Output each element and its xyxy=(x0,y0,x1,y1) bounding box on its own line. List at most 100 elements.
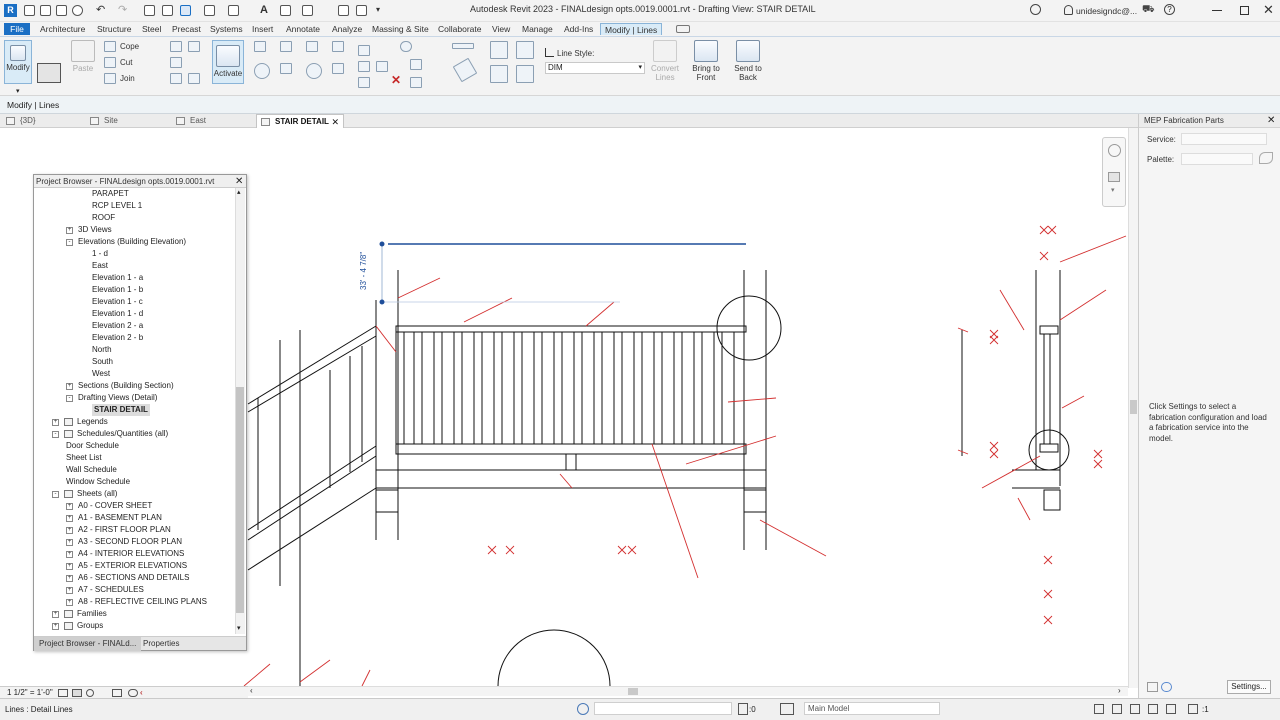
vscroll-thumb[interactable] xyxy=(1130,400,1137,414)
tag-icon[interactable] xyxy=(228,5,239,16)
tab-architecture[interactable]: Architecture xyxy=(36,23,89,35)
scroll-down-icon[interactable]: ▾ xyxy=(237,624,241,632)
palette-select[interactable] xyxy=(1181,153,1253,165)
nav-dropdown-icon[interactable]: ▾ xyxy=(1111,186,1115,194)
view-visibility-icon[interactable] xyxy=(400,41,412,52)
tab-properties[interactable]: Properties xyxy=(138,637,184,651)
dimension-text[interactable]: 33' - 4 7/8" xyxy=(359,252,368,290)
tab-east[interactable]: East xyxy=(172,114,252,128)
project-browser-close-icon[interactable]: ✕ xyxy=(235,175,243,188)
tab-modify-lines[interactable]: Modify | Lines xyxy=(600,23,663,35)
tab-add-ins[interactable]: Add-Ins xyxy=(560,23,597,35)
bring-to-front-button[interactable]: Bring to Front xyxy=(688,40,724,82)
join-icon[interactable] xyxy=(104,73,116,84)
tab-close-icon[interactable]: ✕ xyxy=(331,115,339,129)
sun-path-icon[interactable] xyxy=(86,689,94,697)
reveal-hidden-icon[interactable]: ‹ xyxy=(140,688,143,697)
convert-lines-button[interactable]: Convert Lines xyxy=(648,40,682,82)
measure-tool-icon[interactable] xyxy=(452,43,474,49)
array-icon[interactable] xyxy=(358,45,370,56)
collapse-icon[interactable]: - xyxy=(66,239,73,246)
expand-icon[interactable]: + xyxy=(66,539,73,546)
expand-icon[interactable]: + xyxy=(66,515,73,522)
scale-icon[interactable] xyxy=(358,61,370,72)
expand-icon[interactable]: + xyxy=(66,551,73,558)
expand-icon[interactable]: + xyxy=(66,383,73,390)
thin-lines-icon[interactable] xyxy=(180,5,191,16)
sync-icon[interactable] xyxy=(72,5,83,16)
join-label[interactable]: Join xyxy=(120,74,135,83)
redo-icon[interactable]: ↷ xyxy=(118,3,127,16)
tab-insert[interactable]: Insert xyxy=(248,23,277,35)
filter-icon[interactable] xyxy=(1147,682,1158,692)
offset-icon[interactable] xyxy=(280,41,292,52)
tab-analyze[interactable]: Analyze xyxy=(328,23,366,35)
tab-stair-detail[interactable]: STAIR DETAIL ✕ xyxy=(256,114,344,128)
edit-sketch-icon[interactable] xyxy=(516,65,534,83)
close-button[interactable]: ✕ xyxy=(1263,2,1274,18)
maximize-button[interactable] xyxy=(1240,6,1249,15)
scroll-left-icon[interactable]: ‹ xyxy=(250,686,253,695)
select-image-icon[interactable] xyxy=(516,41,534,59)
temporary-hide-icon[interactable] xyxy=(128,689,138,697)
ribbon-options-icon[interactable] xyxy=(676,25,690,33)
revit-logo-icon[interactable]: R xyxy=(4,4,17,17)
select-links-icon[interactable] xyxy=(1094,704,1104,714)
service-select[interactable] xyxy=(1181,133,1267,145)
expand-icon[interactable]: + xyxy=(52,419,59,426)
tab-annotate[interactable]: Annotate xyxy=(282,23,324,35)
expand-icon[interactable]: + xyxy=(52,623,59,630)
close-hidden-icon[interactable] xyxy=(338,5,349,16)
tab-3d[interactable]: {3D} xyxy=(2,114,82,128)
align-dimension-icon[interactable] xyxy=(204,5,215,16)
expand-icon[interactable]: + xyxy=(66,599,73,606)
collapse-icon[interactable]: - xyxy=(52,491,59,498)
select-dropdown-icon[interactable]: ▾ xyxy=(16,87,20,95)
expand-icon[interactable]: + xyxy=(52,611,59,618)
paint-icon[interactable] xyxy=(170,57,182,68)
measure-icon[interactable] xyxy=(162,5,173,16)
detail-level-icon[interactable] xyxy=(58,689,68,697)
drag-elements-icon[interactable] xyxy=(1166,704,1176,714)
properties-type-icon[interactable] xyxy=(37,63,61,83)
cope-icon[interactable] xyxy=(104,41,116,52)
tab-structure[interactable]: Structure xyxy=(93,23,136,35)
create-group-icon[interactable] xyxy=(490,41,508,59)
expand-icon[interactable]: + xyxy=(66,563,73,570)
text-icon[interactable]: A xyxy=(260,4,268,16)
tab-systems[interactable]: Systems xyxy=(206,23,247,35)
move-icon[interactable] xyxy=(254,63,270,79)
home-icon[interactable] xyxy=(40,5,51,16)
navigation-bar[interactable]: ▾ xyxy=(1102,137,1126,207)
user-name[interactable]: unidesigndc@... xyxy=(1076,6,1137,16)
unpin-icon[interactable] xyxy=(358,77,370,88)
modify-button[interactable]: Modify xyxy=(4,40,32,84)
workset-select[interactable] xyxy=(594,702,732,715)
section-icon[interactable] xyxy=(302,5,313,16)
collapse-icon[interactable]: - xyxy=(52,431,59,438)
cope-label[interactable]: Cope xyxy=(120,42,139,51)
select-pinned-icon[interactable] xyxy=(1130,704,1140,714)
mirror-icon[interactable] xyxy=(306,41,318,52)
create-assembly-icon[interactable] xyxy=(490,65,508,83)
expand-icon[interactable]: + xyxy=(66,503,73,510)
user-icon[interactable] xyxy=(1064,5,1073,15)
activate-button[interactable]: Activate xyxy=(212,40,244,84)
geometry-tool-icon[interactable] xyxy=(170,41,182,52)
expand-icon[interactable]: + xyxy=(66,575,73,582)
zoom-icon[interactable] xyxy=(1108,172,1120,182)
scroll-right-icon[interactable]: › xyxy=(1118,686,1121,695)
qat-dropdown-icon[interactable]: ▾ xyxy=(376,5,380,14)
steering-wheel-icon[interactable] xyxy=(1108,144,1121,157)
override-graphics-icon[interactable] xyxy=(410,59,422,70)
trim-icon[interactable] xyxy=(332,41,344,52)
tab-collaborate[interactable]: Collaborate xyxy=(434,23,485,35)
help-icon[interactable]: ? xyxy=(1164,4,1175,15)
tab-site[interactable]: Site xyxy=(86,114,166,128)
print-icon[interactable] xyxy=(144,5,155,16)
cart-icon[interactable]: ⛟ xyxy=(1142,4,1155,17)
tab-precast[interactable]: Precast xyxy=(168,23,205,35)
save-icon[interactable] xyxy=(56,5,67,16)
split-face-icon[interactable] xyxy=(170,73,182,84)
settings-button[interactable]: Settings... xyxy=(1227,680,1271,694)
